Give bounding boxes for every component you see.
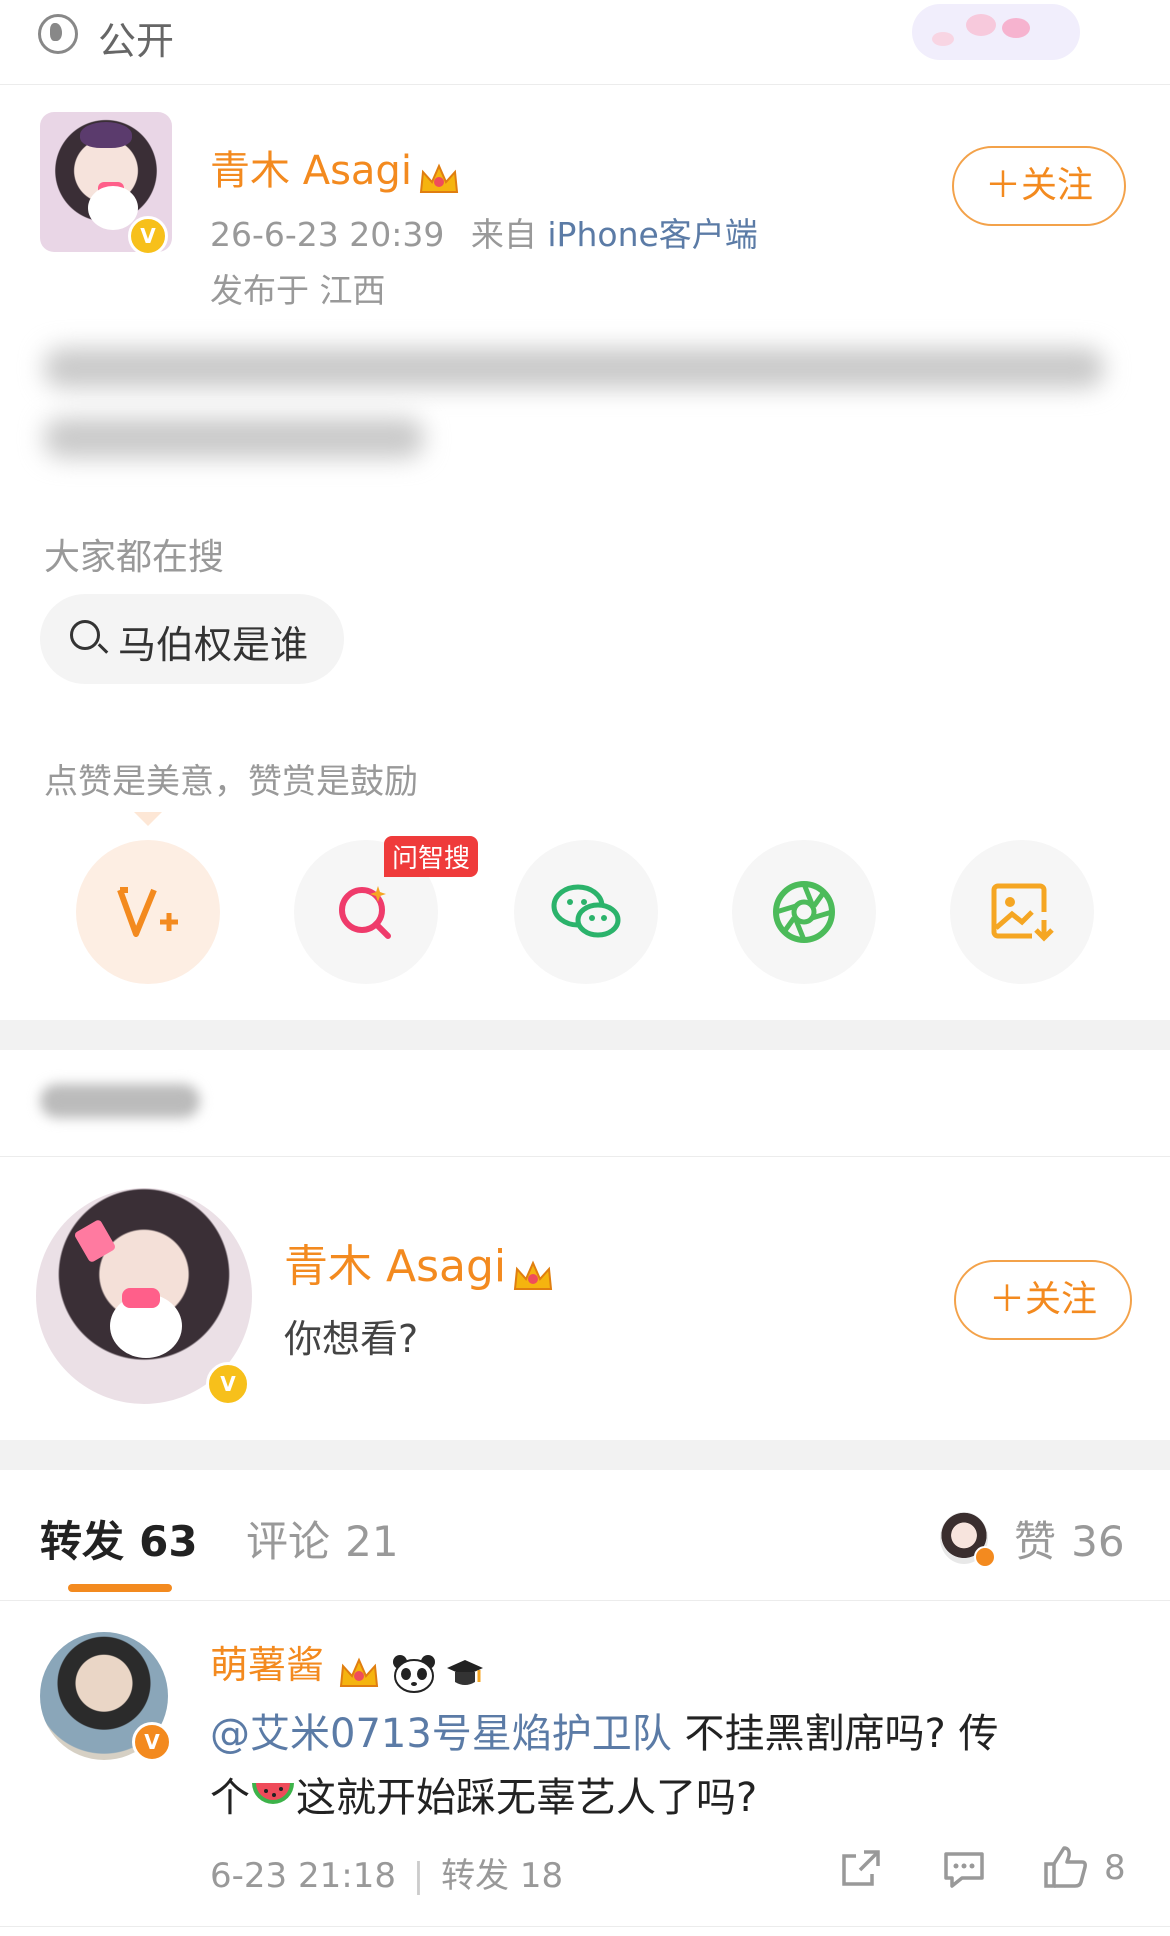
moments-icon: [773, 881, 835, 943]
panda-icon: [393, 1654, 436, 1693]
crown-icon: [419, 163, 459, 193]
comment-repost-count[interactable]: 转发 18: [441, 1856, 563, 1896]
verified-badge-icon: V: [128, 216, 168, 256]
comment-like-count: 8: [1104, 1848, 1126, 1888]
watermelon-icon: [252, 1783, 294, 1804]
tab-like[interactable]: 赞 36: [1014, 1508, 1125, 1569]
hot-search-query: 马伯权是谁: [118, 623, 309, 667]
source-prefix: 来自: [470, 215, 537, 254]
comment-mention[interactable]: @艾米0713号星焰护卫队: [210, 1711, 672, 1757]
comment-body: @艾米0713号星焰护卫队 不挂黑割席吗? 传 个 这就开始踩无辜艺人了吗?: [210, 1702, 1130, 1830]
comment-time: 6-23 21:18: [210, 1856, 396, 1896]
visibility-label: 公开: [98, 19, 175, 63]
blurred-heading: [40, 1084, 200, 1118]
cloud-sticker: [912, 4, 1080, 60]
share-icon[interactable]: [838, 1846, 886, 1890]
post-body-blurred-line2: [44, 418, 424, 458]
moments-button[interactable]: [732, 840, 876, 984]
active-tab-indicator: [68, 1584, 172, 1592]
crown-icon: [514, 1260, 553, 1290]
divider: [0, 1600, 1170, 1601]
comment-icon[interactable]: [940, 1848, 988, 1892]
hot-search-heading: 大家都在搜: [44, 537, 225, 578]
source-link[interactable]: iPhone客户端: [547, 215, 757, 254]
author-name[interactable]: 青木 Asagi: [210, 148, 412, 194]
profile-name[interactable]: 青木 Asagi: [284, 1241, 506, 1292]
comment-text-line2-b: 这就开始踩无辜艺人了吗?: [296, 1775, 758, 1821]
ai-search-tag: 问智搜: [384, 836, 479, 877]
wechat-button[interactable]: [514, 840, 658, 984]
ai-search-icon: [339, 886, 391, 939]
graduation-cap-icon: [447, 1659, 484, 1685]
divider: [0, 1926, 1170, 1927]
section-separator: [0, 1440, 1170, 1470]
meta-separator: |: [412, 1856, 425, 1896]
save-image-button[interactable]: [950, 840, 1094, 984]
tab-comment-label: 评论: [246, 1517, 331, 1566]
tab-repost[interactable]: 转发 63: [40, 1508, 198, 1569]
v-plus-button[interactable]: [76, 840, 220, 984]
wechat-icon: [551, 884, 621, 938]
verified-badge-icon: V: [206, 1362, 250, 1406]
tab-like-count: 36: [1071, 1517, 1125, 1566]
verified-badge-icon: [974, 1546, 996, 1568]
divider: [0, 1156, 1170, 1157]
crown-icon: [340, 1657, 379, 1687]
v-plus-icon: [117, 887, 178, 937]
follow-button[interactable]: ＋关注: [954, 1260, 1132, 1340]
comment-text-line1: 不挂黑割席吗? 传: [671, 1711, 999, 1757]
post-body-blurred: [44, 348, 1104, 388]
search-icon: [70, 620, 100, 650]
comment-text-line2-a: 个: [210, 1775, 250, 1821]
tab-comment[interactable]: 评论 21: [246, 1508, 399, 1569]
section-separator: [0, 1020, 1170, 1050]
divider: [0, 84, 1170, 85]
tab-comment-count: 21: [345, 1517, 399, 1566]
verified-badge-icon: V: [132, 1722, 172, 1762]
globe-icon: [38, 14, 78, 54]
commenter-name[interactable]: 萌薯酱: [210, 1643, 324, 1687]
reward-heading: 点赞是美意，赞赏是鼓励: [44, 762, 418, 802]
tab-like-label: 赞: [1014, 1517, 1057, 1566]
hot-search-chip[interactable]: 马伯权是谁: [40, 594, 344, 684]
pointer-caret: [134, 812, 162, 826]
save-image-icon: [991, 883, 1054, 942]
tab-repost-label: 转发: [40, 1517, 125, 1566]
post-location: 发布于 江西: [210, 271, 386, 310]
post-time: 26-6-23 20:39: [210, 215, 445, 254]
follow-button[interactable]: ＋关注: [952, 146, 1126, 226]
tab-repost-count: 63: [139, 1517, 198, 1566]
like-icon[interactable]: [1042, 1844, 1090, 1890]
profile-bio: 你想看?: [284, 1317, 419, 1361]
